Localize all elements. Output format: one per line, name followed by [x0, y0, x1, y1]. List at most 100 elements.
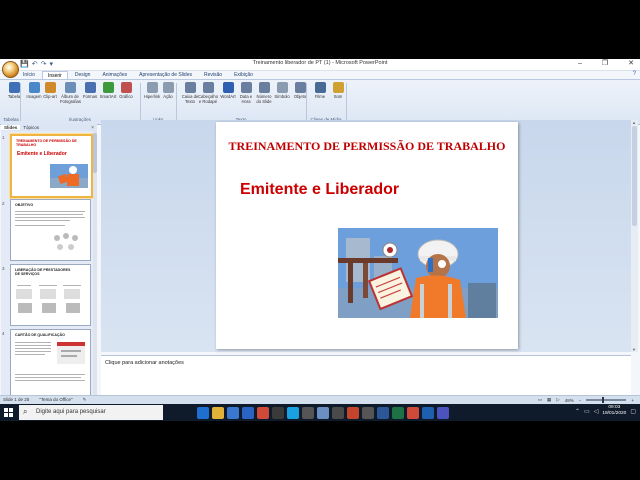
scroll-up-icon[interactable]: ▲ — [632, 120, 636, 125]
slide-panel-scrollbar[interactable] — [93, 131, 97, 399]
ribbon-button-tabela[interactable]: Tabela — [4, 82, 24, 99]
slide-number-icon — [258, 82, 270, 93]
ribbon-button-filme[interactable]: Filme — [310, 82, 330, 99]
notes-placeholder[interactable]: Clique para adicionar anotações — [105, 360, 184, 366]
powerpoint-icon[interactable] — [347, 407, 359, 419]
ribbon-button-objeto[interactable]: Objeto — [290, 82, 310, 99]
taskbar-search[interactable]: ⌕ Digite aqui para pesquisar — [19, 405, 163, 420]
tab-apresentacao[interactable]: Apresentação de Slides — [134, 71, 197, 79]
ribbon-button--lbum-de-fotografias[interactable]: Álbum de Fotografias — [60, 82, 81, 104]
close-button[interactable]: ✕ — [628, 59, 634, 69]
chrome-icon[interactable] — [257, 407, 269, 419]
ribbon-button-wordart[interactable]: WordArt — [218, 82, 238, 99]
maximize-button[interactable]: ❐ — [602, 59, 608, 69]
word-icon[interactable] — [377, 407, 389, 419]
scroll-down-icon[interactable]: ▼ — [632, 347, 636, 352]
zoom-slider[interactable] — [586, 397, 627, 403]
ribbon-button-cabe-alho-e-rodap-[interactable]: Cabeçalho e Rodapé — [198, 82, 218, 104]
slide-subtitle[interactable]: Emitente e Liberador — [240, 181, 399, 199]
tab-inicio[interactable]: Início — [18, 71, 40, 79]
chrome-icon[interactable] — [407, 407, 419, 419]
ribbon-button-clip-art[interactable]: Clip-art — [40, 82, 60, 99]
scrollbar-thumb[interactable] — [93, 133, 97, 173]
zoom-level[interactable]: 48% — [565, 398, 574, 403]
hyperlink-icon — [146, 82, 158, 93]
slide-thumbnail-2[interactable]: OBJETIVO — [10, 199, 91, 261]
ribbon-button-gr-fico[interactable]: Gráfico — [116, 82, 136, 99]
media-icon[interactable] — [272, 407, 284, 419]
slide-illustration[interactable] — [338, 228, 498, 318]
tab-inserir[interactable]: Inserir — [41, 71, 68, 79]
ribbon-button-label: Som — [333, 94, 343, 99]
minimize-button[interactable]: – — [578, 59, 582, 69]
shapes-icon — [84, 82, 96, 93]
edge-icon[interactable] — [197, 407, 209, 419]
ribbon-button-smartart[interactable]: SmartArt — [98, 82, 118, 99]
ribbon-button-label: Data e Hora — [239, 94, 253, 104]
excel-icon[interactable] — [392, 407, 404, 419]
outlook-icon[interactable] — [422, 407, 434, 419]
calc-icon[interactable] — [302, 407, 314, 419]
mail-icon[interactable] — [242, 407, 254, 419]
screen: Treinamento liberador de PT (1) - Micros… — [0, 59, 640, 421]
slide-thumbnail-1[interactable]: TREINAMENTO DE PERMISSÃO DE TRABALHO Emi… — [10, 134, 93, 198]
task-view-icon[interactable] — [182, 407, 194, 419]
file-explorer-icon[interactable] — [212, 407, 224, 419]
clock-date: 19/01/2020 — [602, 411, 627, 416]
cortana-icon[interactable] — [167, 407, 179, 419]
vertical-scrollbar[interactable]: ▲ ▼ — [631, 120, 638, 352]
tab-design[interactable]: Design — [70, 71, 96, 79]
zoom-out-icon[interactable]: − — [579, 398, 582, 403]
slide-sorter-icon[interactable]: ▦ — [547, 397, 551, 403]
save-icon[interactable]: 💾 — [20, 60, 29, 69]
current-slide[interactable]: TREINAMENTO DE PERMISSÃO DE TRABALHO Emi… — [216, 122, 518, 349]
app-icon[interactable] — [332, 407, 344, 419]
ribbon-button-label: Ação — [163, 94, 173, 99]
tab-revisao[interactable]: Revisão — [199, 71, 227, 79]
office-button[interactable] — [2, 61, 19, 78]
slide-number: 4 — [2, 331, 5, 336]
zoom-in-icon[interactable]: + — [631, 398, 634, 403]
close-panel-icon[interactable]: × — [91, 125, 97, 131]
scrollbar-thumb[interactable] — [632, 126, 637, 226]
settings-icon[interactable] — [362, 407, 374, 419]
clock[interactable]: 09:03 19/01/2020 — [602, 405, 626, 417]
slide-thumbnail-4[interactable]: CARTÃO DE QUALIFICAÇÃO — [10, 329, 91, 399]
spell-check-icon[interactable]: ✎ — [83, 397, 87, 403]
ribbon-button-n-mero-do-slide[interactable]: Número do Slide — [254, 82, 274, 104]
gallery-icon[interactable] — [317, 407, 329, 419]
undo-icon[interactable]: ↶ — [32, 60, 38, 69]
tab-animacoes[interactable]: Animações — [97, 71, 132, 79]
start-button[interactable] — [4, 408, 13, 417]
customize-qat-icon[interactable]: ▾ — [49, 60, 53, 69]
ribbon-button-som[interactable]: Som — [328, 82, 348, 99]
symbol-icon — [276, 82, 288, 93]
thumbnail-title: LIBERAÇÃO DE PRESTADORES DE SERVIÇOS — [15, 268, 71, 276]
slide-thumbnail-panel: 1 TREINAMENTO DE PERMISSÃO DE TRABALHO E… — [1, 131, 97, 399]
tab-topicos[interactable]: Tópicos — [20, 125, 42, 130]
normal-view-icon[interactable]: ▭ — [538, 397, 542, 403]
tab-slides[interactable]: Slides — [1, 125, 21, 130]
store-icon[interactable] — [227, 407, 239, 419]
volume-icon[interactable]: ◁ — [594, 408, 599, 415]
skype-icon[interactable] — [287, 407, 299, 419]
movie-icon — [314, 82, 326, 93]
slide-number: 1 — [2, 135, 5, 140]
ribbon-button-caixa-de-texto[interactable]: Caixa de Texto — [180, 82, 200, 104]
help-icon[interactable]: ? — [633, 71, 636, 77]
ribbon-button-s-mbolo[interactable]: Símbolo — [272, 82, 292, 99]
ribbon-button-data-e-hora[interactable]: Data e Hora — [236, 82, 256, 104]
tab-exibicao[interactable]: Exibição — [229, 71, 258, 79]
notes-pane[interactable]: Clique para adicionar anotações — [101, 355, 631, 398]
redo-icon[interactable]: ↷ — [41, 60, 47, 69]
notification-icon[interactable]: ▢ — [630, 408, 636, 415]
slide-title[interactable]: TREINAMENTO DE PERMISSÃO DE TRABALHO — [216, 139, 518, 154]
slideshow-icon[interactable]: ▷ — [556, 397, 559, 403]
ribbon-button-formas[interactable]: Formas — [80, 82, 100, 99]
slide-thumbnail-3[interactable]: LIBERAÇÃO DE PRESTADORES DE SERVIÇOS — [10, 264, 91, 326]
text-line — [15, 211, 85, 212]
tray-up-icon[interactable]: ⌃ — [575, 408, 580, 415]
teams-icon[interactable] — [437, 407, 449, 419]
ribbon-button-a-o[interactable]: Ação — [158, 82, 178, 99]
network-icon[interactable]: ▭ — [584, 408, 590, 415]
